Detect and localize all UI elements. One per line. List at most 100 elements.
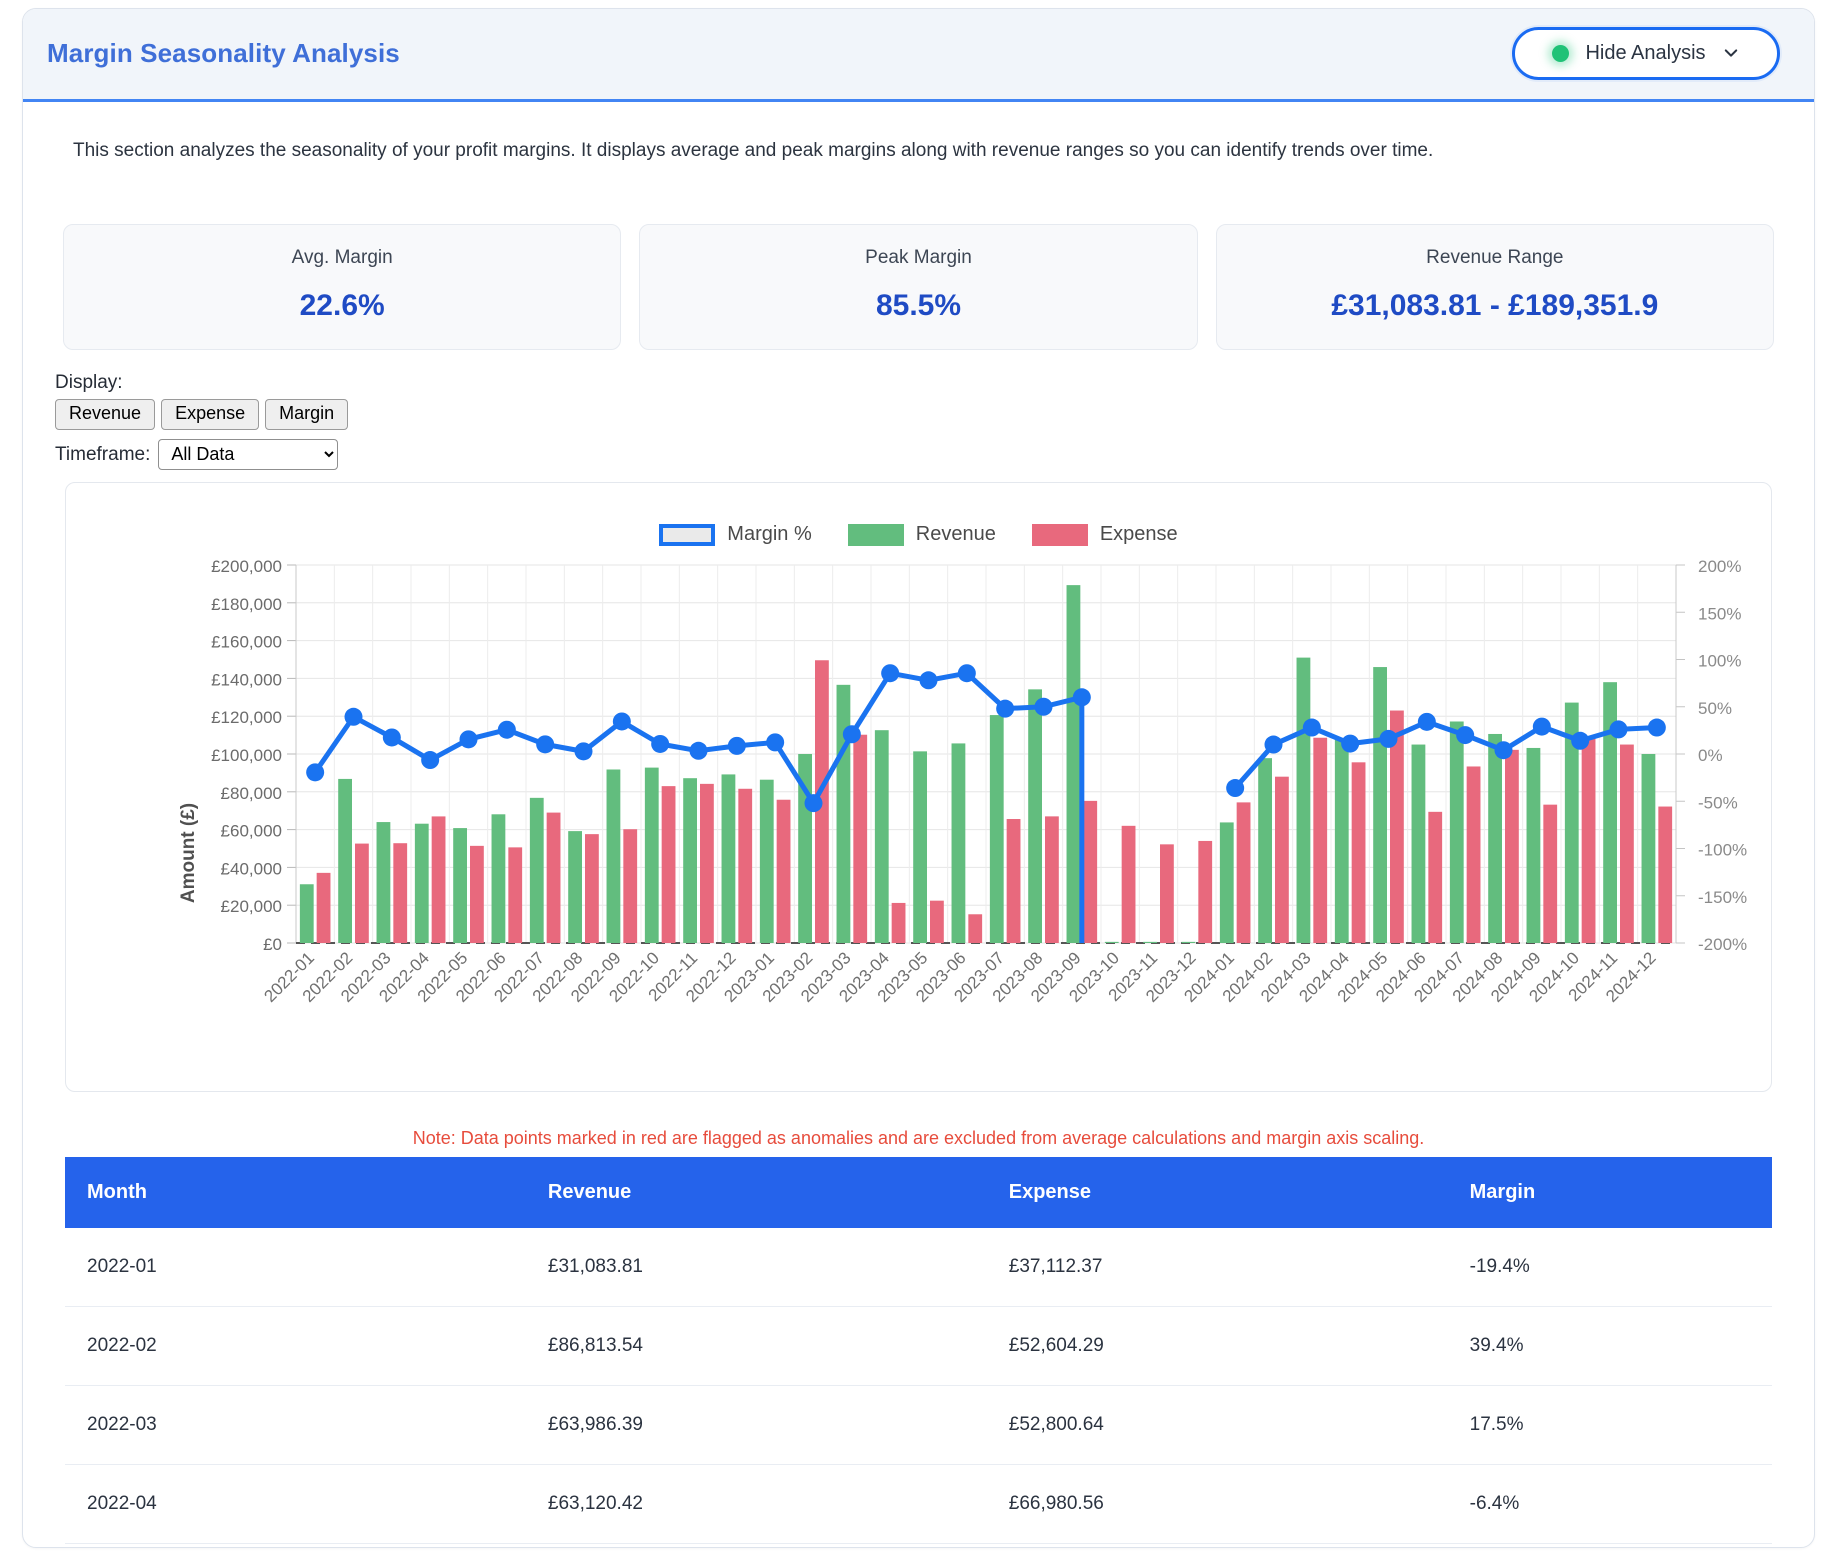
revenue-cell: £63,120.42 [526,1465,987,1544]
expense-bar [1658,807,1672,943]
revenue-bar [377,822,391,943]
margin-point [383,728,401,746]
svg-text:50%: 50% [1698,699,1732,718]
revenue-cell: £63,986.39 [526,1386,987,1465]
svg-text:£0: £0 [263,935,282,954]
expense-bar [585,834,599,943]
table-row[interactable]: 2022-02£86,813.54£52,604.2939.4% [65,1307,1772,1386]
stat-card-peak-margin: Peak Margin 85.5% [639,224,1197,350]
svg-text:150%: 150% [1698,604,1741,623]
margin-point [1265,736,1283,754]
revenue-bar [1527,748,1541,943]
margin-point [1303,719,1321,737]
revenue-bar [683,778,697,943]
margin-point [690,742,708,760]
revenue-bar [1028,689,1042,943]
column-header-revenue[interactable]: Revenue [526,1157,987,1228]
chevron-down-icon [1722,44,1740,62]
margin-point [421,751,439,769]
margin-cell: 39.4% [1448,1307,1772,1386]
svg-text:0%: 0% [1698,746,1723,765]
margin-point [1073,688,1091,706]
chart-controls: Display: Revenue Expense Margin Timefram… [55,372,1784,470]
legend-item-revenue[interactable]: Revenue [848,523,996,546]
margin-cell: 17.5% [1448,1386,1772,1465]
legend-item-margin[interactable]: Margin % [659,523,811,546]
expense-bar [470,846,484,943]
revenue-bar [952,743,966,943]
expense-bar [432,816,446,943]
revenue-bar [1258,758,1272,943]
timeframe-label: Timeframe: [55,444,150,466]
legend-swatch-expense-icon [1032,524,1088,546]
legend-item-expense[interactable]: Expense [1032,523,1178,546]
expense-bar [547,813,561,943]
margin-point [996,700,1014,718]
svg-text:-50%: -50% [1698,793,1738,812]
card-header: Margin Seasonality Analysis Hide Analysi… [23,9,1814,102]
revenue-bar [1297,658,1311,943]
revenue-bar [645,768,659,943]
margin-point [1610,720,1628,738]
revenue-bar [530,798,544,943]
table-body: 2022-01£31,083.81£37,112.37-19.4%2022-02… [65,1228,1772,1544]
toggle-margin-button[interactable]: Margin [265,399,348,430]
expense-bar [1543,805,1557,943]
expense-bar [1505,750,1519,943]
svg-text:200%: 200% [1698,557,1741,576]
expense-bar [853,735,867,943]
margin-point [958,664,976,682]
column-header-expense[interactable]: Expense [987,1157,1448,1228]
margin-point [1418,713,1436,731]
margin-point [575,742,593,760]
y-axis-left-title: Amount (£) [178,803,200,903]
month-cell: 2022-04 [65,1465,526,1544]
revenue-bar [1220,822,1234,943]
hide-analysis-button[interactable]: Hide Analysis [1512,27,1780,80]
margin-point [920,671,938,689]
table-row[interactable]: 2022-03£63,986.39£52,800.6417.5% [65,1386,1772,1465]
hide-analysis-label: Hide Analysis [1585,42,1705,65]
revenue-bar [1182,942,1196,943]
table-row[interactable]: 2022-01£31,083.81£37,112.37-19.4% [65,1228,1772,1307]
margin-point [306,763,324,781]
margin-point [843,725,861,743]
expense-bar [1313,738,1327,943]
toggle-revenue-button[interactable]: Revenue [55,399,155,430]
revenue-bar [760,780,774,943]
column-header-margin[interactable]: Margin [1448,1157,1772,1228]
display-toggle-group: Revenue Expense Margin [55,399,1784,430]
margin-point [728,737,746,755]
margin-point [1341,735,1359,753]
margin-point [498,721,516,739]
svg-text:£140,000: £140,000 [211,670,282,689]
toggle-expense-button[interactable]: Expense [161,399,259,430]
margin-point [613,712,631,730]
revenue-bar [1412,745,1426,943]
stat-value: 22.6% [74,289,610,323]
expense-bar [508,847,522,943]
revenue-bar [492,814,506,943]
expense-cell: £52,800.64 [987,1386,1448,1465]
timeframe-select[interactable]: All Data [158,439,338,470]
month-cell: 2022-01 [65,1228,526,1307]
revenue-bar [913,751,927,943]
seasonality-chart[interactable]: £200,000£180,000£160,000£140,000£120,000… [66,553,1815,1083]
expense-bar [1007,819,1021,943]
revenue-bar [875,730,889,943]
anomaly-note: Note: Data points marked in red are flag… [53,1128,1784,1149]
expense-bar [1582,737,1596,943]
revenue-bar [338,779,352,943]
revenue-bar [1067,585,1081,943]
month-cell: 2022-03 [65,1386,526,1465]
margin-point [460,730,478,748]
card-body: This section analyzes the seasonality of… [23,102,1814,1544]
column-header-month[interactable]: Month [65,1157,526,1228]
margin-point [345,708,363,726]
table-row[interactable]: 2022-04£63,120.42£66,980.56-6.4% [65,1465,1772,1544]
revenue-bar [300,884,314,943]
revenue-cell: £31,083.81 [526,1228,987,1307]
expense-bar [1275,777,1289,943]
svg-text:100%: 100% [1698,652,1741,671]
margin-point [651,735,669,753]
